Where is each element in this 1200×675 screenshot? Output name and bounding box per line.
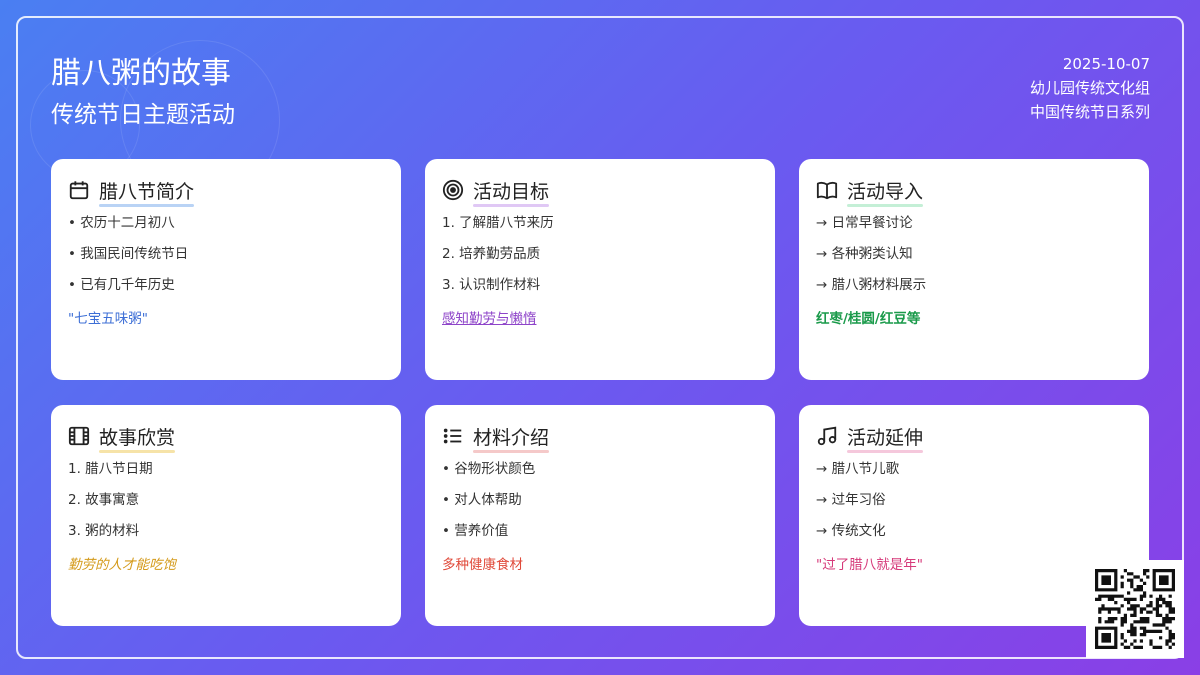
- card-title: 活动导入: [847, 177, 924, 207]
- org-label: 幼儿园传统文化组: [1029, 79, 1150, 97]
- card-intro-activity: 活动导入 → 日常早餐讨论 → 各种粥类认知 → 腊八粥材料展示 红枣/桂圆/红…: [799, 159, 1149, 380]
- target-icon: [442, 179, 464, 201]
- header-meta: 2025-10-07 幼儿园传统文化组 中国传统节日系列: [1030, 52, 1150, 124]
- book-icon: [816, 181, 838, 200]
- card-goals: 活动目标 1. 了解腊八节来历 2. 培养勤劳品质 3. 认识制作材料 感知勤劳…: [425, 159, 775, 380]
- list-item: 3. 认识制作材料: [442, 277, 541, 293]
- card-title: 活动延伸: [847, 423, 924, 453]
- list-item: • 我国民间传统节日: [68, 246, 189, 262]
- card-story: 故事欣赏 1. 腊八节日期 2. 故事寓意 3. 粥的材料 勤劳的人才能吃饱: [51, 405, 401, 626]
- list-item: 2. 故事寓意: [68, 492, 140, 508]
- film-icon: [68, 426, 90, 446]
- card-accent: 多种健康食材: [442, 557, 523, 573]
- list-item: • 营养价值: [442, 523, 509, 539]
- series-label: 中国传统节日系列: [1029, 103, 1150, 121]
- list-item: 2. 培养勤劳品质: [442, 246, 541, 262]
- card-title: 活动目标: [473, 177, 550, 207]
- list-item: • 已有几千年历史: [68, 277, 175, 293]
- card-accent: 红枣/桂圆/红豆等: [816, 311, 921, 327]
- card-intro: 腊八节简介 • 农历十二月初八 • 我国民间传统节日 • 已有几千年历史 "七宝…: [51, 159, 401, 380]
- list-item: • 谷物形状颜色: [442, 461, 536, 477]
- card-materials: 材料介绍 • 谷物形状颜色 • 对人体帮助 • 营养价值 多种健康食材: [425, 405, 775, 626]
- page-title: 腊八粥的故事: [51, 56, 231, 91]
- list-item: → 日常早餐讨论: [816, 215, 913, 231]
- qr-code[interactable]: [1086, 560, 1184, 658]
- list-item: → 腊八粥材料展示: [816, 277, 927, 293]
- card-title: 故事欣赏: [99, 423, 176, 453]
- music-note-icon: [817, 426, 837, 446]
- card-title: 腊八节简介: [99, 177, 195, 207]
- list-item: 3. 粥的材料: [68, 523, 140, 539]
- card-accent: "七宝五味粥": [68, 311, 148, 327]
- list-item: → 各种粥类认知: [816, 246, 913, 262]
- list-item: 1. 了解腊八节来历: [442, 215, 554, 231]
- calendar-icon: [69, 181, 89, 200]
- list-item: 1. 腊八节日期: [68, 461, 153, 477]
- list-item: • 对人体帮助: [442, 492, 522, 508]
- qr-code-icon: [1095, 569, 1175, 649]
- card-accent: 勤劳的人才能吃饱: [68, 557, 176, 573]
- page-subtitle: 传统节日主题活动: [51, 102, 235, 128]
- card-accent: "过了腊八就是年": [816, 557, 923, 573]
- list-item: → 腊八节儿歌: [816, 461, 900, 477]
- card-accent-link[interactable]: 感知勤劳与懒惰: [442, 307, 758, 327]
- list-icon: [443, 428, 462, 444]
- date-label: 2025-10-07: [1062, 55, 1150, 73]
- list-item: → 过年习俗: [816, 492, 886, 508]
- list-item: • 农历十二月初八: [68, 215, 175, 231]
- card-title: 材料介绍: [473, 423, 550, 453]
- list-item: → 传统文化: [816, 523, 886, 539]
